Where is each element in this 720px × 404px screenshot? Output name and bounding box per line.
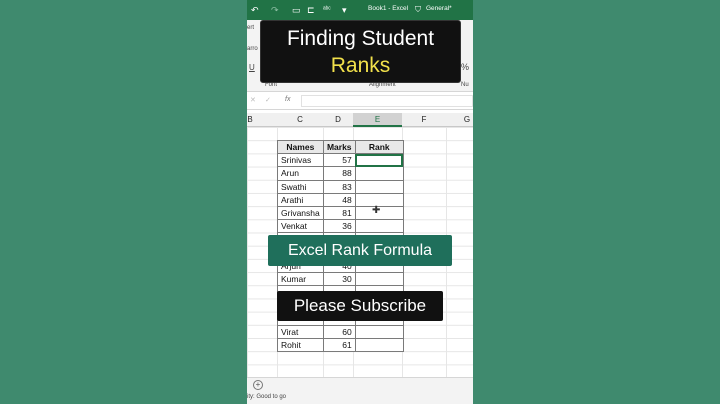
marks-cell[interactable]: 81 [322, 205, 356, 221]
name-cell[interactable]: Arathi [277, 192, 324, 207]
redo-icon[interactable]: ↷ [271, 3, 279, 17]
column-header-d[interactable]: D [323, 115, 353, 124]
rank-cell[interactable] [354, 324, 404, 339]
column-headers: B C D E F G [247, 113, 473, 127]
table-row: Virat 60 [277, 324, 404, 339]
status-text: ity: Good to go [247, 394, 287, 400]
subscribe-banner[interactable]: Please Subscribe [277, 291, 443, 321]
table-row: Kumar 30 [277, 271, 404, 287]
open-folder-icon[interactable]: ⊏ [307, 3, 315, 17]
column-header-c[interactable]: C [277, 115, 323, 124]
title-bar: ↶ ↷ ▭ ⊏ ᵃᵇᶜ ▾ Book1 - Excel ⛉ General* [247, 0, 473, 20]
rank-cell[interactable] [354, 337, 404, 353]
table-row: Grivansha 81 [277, 205, 404, 221]
customize-toolbar-icon[interactable]: ▾ [342, 3, 347, 17]
column-header-f[interactable]: F [402, 115, 446, 124]
title-overlay: Finding Student Ranks [260, 20, 461, 83]
table-row: Arathi 48 [277, 192, 404, 207]
sheet-bar: + ity: Good to go [247, 377, 473, 404]
name-cell[interactable]: Rohit [277, 337, 324, 353]
ribbon-tab-insert[interactable]: ert [247, 25, 254, 31]
table-row: Srinivas 57 [277, 153, 404, 168]
rank-cell[interactable] [354, 179, 404, 194]
name-cell[interactable]: Arun [277, 166, 324, 181]
title-line-1: Finding Student [286, 27, 435, 50]
header-marks[interactable]: Marks [322, 139, 356, 155]
marks-cell[interactable]: 48 [322, 192, 356, 207]
function-icon[interactable]: fx [285, 96, 290, 103]
number-group-label: Nu [461, 82, 469, 88]
ribbon-row-label: arro [247, 46, 258, 52]
marks-cell[interactable]: 57 [322, 153, 356, 168]
table-row: Venkat 36 [277, 219, 404, 234]
new-file-icon[interactable]: ▭ [292, 3, 301, 17]
formula-banner: Excel Rank Formula [268, 235, 452, 266]
add-sheet-icon[interactable]: + [253, 380, 263, 390]
formula-input[interactable] [301, 95, 473, 107]
workbook-title: Book1 - Excel [368, 5, 409, 12]
undo-icon[interactable]: ↶ [251, 3, 259, 17]
marks-cell[interactable]: 60 [322, 324, 356, 339]
column-header-e[interactable]: E [353, 113, 402, 127]
spelling-icon[interactable]: ᵃᵇᶜ [323, 3, 331, 17]
table-row: Swathi 83 [277, 179, 404, 194]
name-cell[interactable]: Kumar [277, 271, 324, 287]
formula-bar: ✕ ✓ fx [247, 93, 473, 110]
table-row: Arun 88 [277, 166, 404, 181]
rank-cell[interactable] [354, 219, 404, 234]
name-cell[interactable]: Grivansha [277, 205, 324, 221]
marks-cell[interactable]: 30 [322, 271, 356, 287]
name-cell[interactable]: Virat [277, 324, 324, 339]
shield-icon: ⛉ [415, 5, 421, 14]
rank-cell[interactable] [354, 166, 404, 181]
name-cell[interactable]: Venkat [277, 219, 324, 234]
cancel-icon[interactable]: ✕ [250, 96, 256, 104]
cell-cursor-icon: ✚ [372, 205, 381, 216]
title-line-2: Ranks [330, 54, 391, 77]
column-header-g[interactable]: G [446, 115, 473, 124]
rank-cell[interactable] [354, 271, 404, 287]
marks-cell[interactable]: 88 [322, 166, 356, 181]
header-rank[interactable]: Rank [354, 139, 404, 155]
table-row: Rohit 61 [277, 337, 404, 353]
name-cell[interactable]: Srinivas [277, 153, 324, 168]
sensitivity-label[interactable]: General* [426, 5, 452, 12]
accept-icon[interactable]: ✓ [265, 96, 271, 104]
marks-cell[interactable]: 61 [322, 337, 356, 353]
column-header-b[interactable]: B [247, 115, 253, 124]
marks-cell[interactable]: 36 [322, 219, 356, 234]
header-names[interactable]: Names [277, 139, 324, 155]
rank-cell-active[interactable] [354, 153, 404, 168]
marks-cell[interactable]: 83 [322, 179, 356, 194]
percent-style-button[interactable]: % [461, 62, 469, 72]
name-cell[interactable]: Swathi [277, 179, 324, 194]
underline-button[interactable]: U [249, 63, 255, 72]
